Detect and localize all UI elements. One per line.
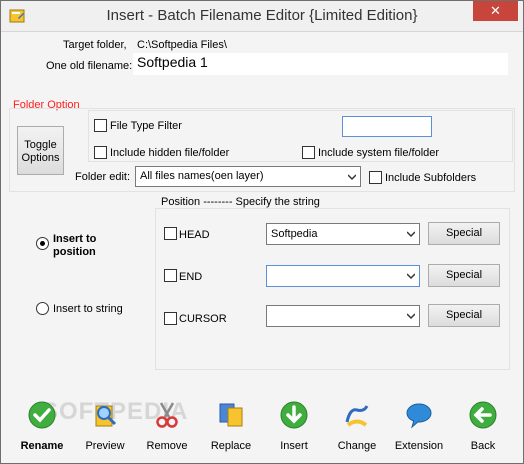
close-button[interactable]: ✕ bbox=[473, 1, 518, 21]
replace-button[interactable]: Replace bbox=[201, 400, 261, 456]
client-area: Target folder, C:\Softpedia Files\ One o… bbox=[8, 33, 516, 458]
cursor-special-button[interactable]: Special bbox=[428, 304, 500, 327]
file-type-filter-checkbox[interactable] bbox=[94, 119, 107, 132]
folder-edit-label: Folder edit: bbox=[75, 171, 131, 183]
head-label: HEAD bbox=[179, 229, 210, 241]
extension-button[interactable]: Extension bbox=[389, 400, 449, 456]
include-hidden-checkbox[interactable] bbox=[94, 146, 107, 159]
chevron-down-icon bbox=[348, 173, 356, 180]
cursor-checkbox[interactable] bbox=[164, 312, 177, 325]
insert-to-string-label: Insert to string bbox=[53, 303, 123, 315]
cursor-label: CURSOR bbox=[179, 313, 227, 325]
preview-icon bbox=[95, 405, 117, 427]
chevron-down-icon bbox=[407, 273, 415, 280]
change-button[interactable]: Change bbox=[327, 400, 387, 456]
title-bar[interactable]: Insert - Batch Filename Editor {Limited … bbox=[1, 1, 523, 32]
end-label: END bbox=[179, 271, 203, 283]
insert-label: Insert bbox=[280, 440, 308, 452]
head-string-value: Softpedia bbox=[271, 228, 318, 240]
include-hidden-label: Include hidden file/folder bbox=[110, 147, 230, 159]
position-header: Position -------- Specify the string bbox=[161, 196, 320, 208]
include-subfolders-label: Include Subfolders bbox=[385, 172, 477, 184]
toolbar: SOFTPEDIA Rename Preview Remove Replace … bbox=[8, 396, 516, 458]
toggle-options-button[interactable]: Toggle Options bbox=[17, 126, 64, 175]
include-system-label: Include system file/folder bbox=[318, 147, 440, 159]
file-type-filter-label: File Type Filter bbox=[110, 120, 182, 132]
head-string-select[interactable]: Softpedia bbox=[266, 223, 420, 245]
head-checkbox[interactable] bbox=[164, 227, 177, 240]
folder-edit-value: All files names(oen layer) bbox=[140, 170, 264, 182]
include-system-checkbox[interactable] bbox=[302, 146, 315, 159]
file-type-filter-input[interactable] bbox=[342, 116, 432, 137]
insert-arrow-icon bbox=[280, 401, 308, 429]
remove-label: Remove bbox=[146, 440, 188, 452]
insert-to-position-label: Insert to position bbox=[53, 233, 97, 258]
replace-label: Replace bbox=[210, 440, 252, 452]
scissors-icon bbox=[156, 402, 178, 428]
end-checkbox[interactable] bbox=[164, 269, 177, 282]
head-special-button[interactable]: Special bbox=[428, 222, 500, 245]
preview-label: Preview bbox=[85, 440, 125, 452]
extension-label: Extension bbox=[394, 440, 444, 452]
target-folder-label: Target folder, bbox=[63, 39, 127, 51]
back-arrow-icon bbox=[469, 401, 497, 429]
insert-to-position-radio[interactable] bbox=[36, 237, 49, 250]
end-string-select[interactable] bbox=[266, 265, 420, 287]
rename-label: Rename bbox=[20, 440, 64, 452]
extension-icon bbox=[406, 403, 432, 429]
change-label: Change bbox=[337, 440, 377, 452]
rename-button[interactable]: Rename bbox=[12, 400, 72, 456]
change-icon bbox=[345, 405, 369, 427]
target-folder-value: C:\Softpedia Files\ bbox=[137, 39, 227, 51]
old-filename-field[interactable]: Softpedia 1 bbox=[133, 53, 508, 75]
chevron-down-icon bbox=[407, 313, 415, 320]
window-title: Insert - Batch Filename Editor {Limited … bbox=[106, 7, 418, 24]
end-special-button[interactable]: Special bbox=[428, 264, 500, 287]
preview-button[interactable]: Preview bbox=[75, 400, 135, 456]
back-label: Back bbox=[470, 440, 496, 452]
replace-icon bbox=[219, 403, 243, 427]
folder-edit-select[interactable]: All files names(oen layer) bbox=[135, 166, 361, 187]
insert-button[interactable]: Insert bbox=[264, 400, 324, 456]
old-filename-label: One old filename: bbox=[46, 60, 133, 72]
include-subfolders-checkbox[interactable] bbox=[369, 171, 382, 184]
insert-to-string-radio[interactable] bbox=[36, 302, 49, 315]
cursor-string-select[interactable] bbox=[266, 305, 420, 327]
check-icon bbox=[28, 401, 56, 429]
back-button[interactable]: Back bbox=[453, 400, 513, 456]
chevron-down-icon bbox=[407, 231, 415, 238]
remove-button[interactable]: Remove bbox=[137, 400, 197, 456]
app-window: Insert - Batch Filename Editor {Limited … bbox=[0, 0, 524, 464]
